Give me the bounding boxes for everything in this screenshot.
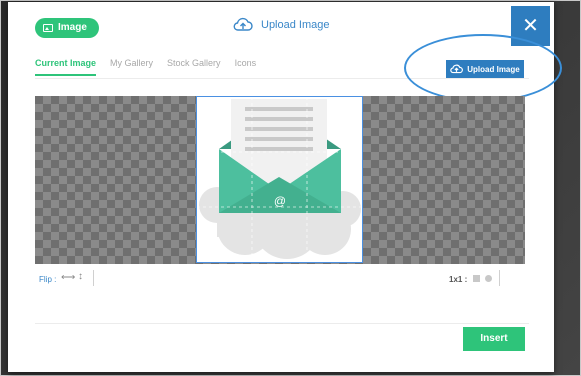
image-icon	[43, 24, 53, 32]
upload-image-dialog: Image Upload Image ✕ Current Image My Ga…	[8, 2, 562, 372]
footer-divider	[35, 323, 529, 324]
tab-stock-gallery[interactable]: Stock Gallery	[167, 58, 221, 76]
dialog-title-text: Upload Image	[261, 18, 330, 31]
envelope-illustration: @	[197, 97, 362, 262]
insert-button[interactable]: Insert	[463, 327, 525, 351]
cloud-upload-icon	[233, 17, 253, 31]
flip-vertical-icon[interactable]: ↕	[78, 271, 83, 282]
dialog-title: Upload Image	[233, 17, 330, 32]
image-preview[interactable]: @	[196, 96, 363, 263]
tab-icons[interactable]: Icons	[235, 58, 257, 76]
tab-current-image[interactable]: Current Image	[35, 58, 97, 76]
flip-horizontal-icon[interactable]: ⟷	[61, 272, 75, 283]
toolbar-separator	[93, 270, 94, 286]
square-crop-icon[interactable]	[473, 275, 480, 282]
ratio-label: 1x1 :	[449, 275, 468, 284]
highlight-annotation	[404, 34, 562, 102]
image-canvas: @	[35, 96, 525, 264]
at-symbol: @	[274, 194, 286, 208]
tab-bar: Current Image My Gallery Stock Gallery I…	[35, 58, 256, 76]
image-badge-label: Image	[58, 22, 87, 33]
tab-my-gallery[interactable]: My Gallery	[110, 58, 153, 76]
image-toolbar: Flip : ⟷ ↕ 1x1 :	[35, 270, 525, 288]
image-badge: Image	[35, 18, 99, 38]
flip-label: Flip :	[39, 275, 57, 284]
circle-crop-icon[interactable]	[485, 275, 492, 282]
toolbar-separator	[499, 270, 500, 286]
